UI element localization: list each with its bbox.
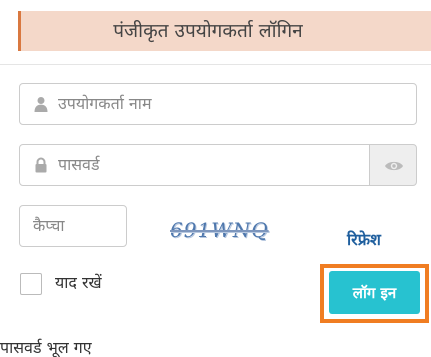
password-field[interactable]: पासवर्ड <box>19 144 370 186</box>
page-title: पंजीकृत उपयोगकर्ता लॉगिन <box>113 20 303 42</box>
header-divider <box>0 64 431 65</box>
login-button[interactable]: लॉग इन <box>329 271 420 314</box>
lock-icon <box>33 157 49 173</box>
username-placeholder: उपयोगकर्ता नाम <box>58 94 152 113</box>
captcha-field[interactable]: कैप्चा <box>19 205 127 247</box>
remember-me-label: याद रखें <box>55 273 102 292</box>
eye-icon <box>385 161 403 171</box>
panel-header: पंजीकृत उपयोगकर्ता लॉगिन <box>18 11 431 51</box>
login-panel: पंजीकृत उपयोगकर्ता लॉगिन उपयोगकर्ता नाम … <box>0 0 431 357</box>
password-placeholder: पासवर्ड <box>58 155 100 174</box>
user-icon <box>33 96 49 112</box>
forgot-password-link[interactable]: पासवर्ड भूल गए <box>0 336 92 357</box>
captcha-image: 691WNQ <box>170 218 269 242</box>
remember-me-checkbox[interactable] <box>20 273 42 295</box>
refresh-captcha-link[interactable]: रिफ्रेश <box>347 228 381 250</box>
show-password-button[interactable] <box>369 144 417 186</box>
username-field[interactable]: उपयोगकर्ता नाम <box>19 83 417 125</box>
captcha-placeholder: कैप्चा <box>33 216 65 235</box>
